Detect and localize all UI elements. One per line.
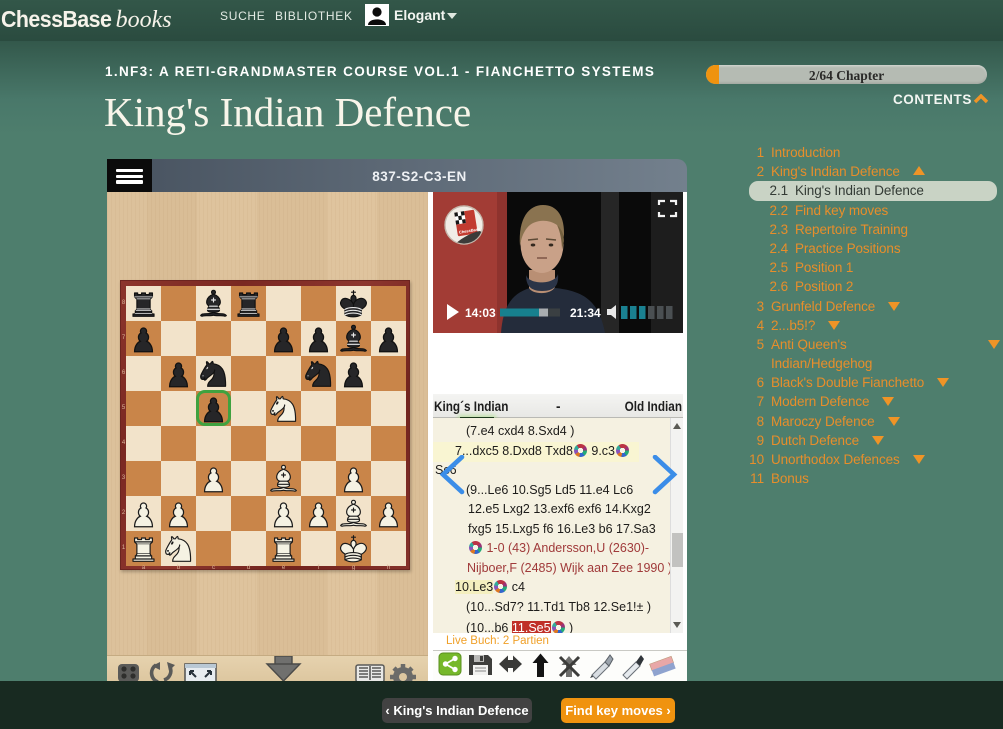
svg-text:21:34: 21:34 (570, 306, 601, 320)
svg-text:14:03: 14:03 (465, 306, 496, 320)
